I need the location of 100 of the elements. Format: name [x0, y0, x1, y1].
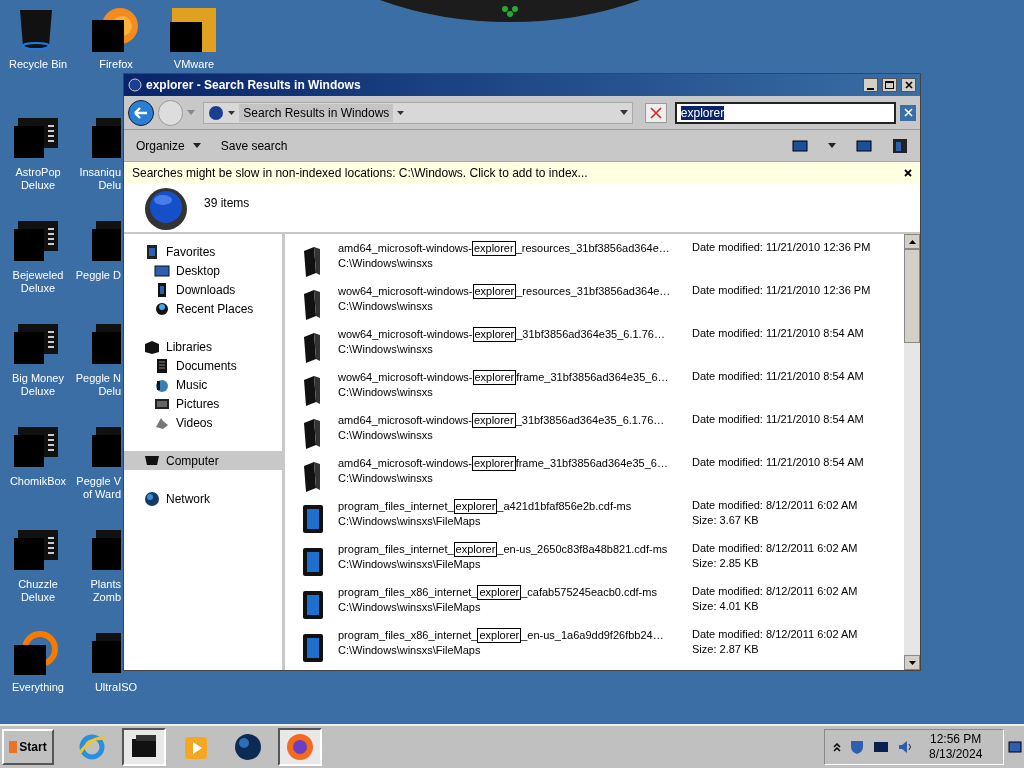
info-bar[interactable]: Searches might be slow in non-indexed locations: C:\Windows. Click to add to index...: [124, 162, 920, 184]
desktop-icon-label[interactable]: Chuzzle Deluxe: [0, 578, 76, 604]
clear-search-button[interactable]: [900, 104, 916, 121]
scrollbar[interactable]: [904, 234, 920, 670]
date-modified: Date modified: 11/21/2010 12:36 PM: [692, 240, 871, 255]
minimize-button[interactable]: [863, 78, 878, 92]
up-arrow-icon: [908, 239, 916, 244]
nav-item[interactable]: Recent Places: [124, 299, 282, 318]
desktop-icon-label[interactable]: Insaniqu Delu: [79, 166, 121, 192]
file-path: C:\Windows\winsxs\FileMaps: [338, 600, 481, 615]
maximize-button[interactable]: [882, 78, 897, 92]
scroll-thumb[interactable]: [904, 249, 920, 343]
back-button[interactable]: [128, 99, 154, 126]
desktop-icon-label[interactable]: Everything: [12, 681, 64, 694]
search-orb-icon: [144, 187, 188, 231]
nav-item[interactable]: Favorites: [124, 242, 282, 261]
address-text: Search Results in Windows: [239, 103, 394, 122]
search-field[interactable]: explorer: [674, 101, 897, 124]
stop-button[interactable]: [645, 102, 667, 123]
date-modified: Date modified: 8/12/2011 6:02 AM: [692, 498, 858, 513]
file-name[interactable]: amd64_microsoft-windows- explorer _31bf3856ad364e35_6.1.76…: [338, 412, 665, 428]
show-desktop-icon[interactable]: [1008, 740, 1022, 754]
nav-item[interactable]: Downloads: [124, 280, 282, 299]
desktop-app-icon[interactable]: [170, 6, 218, 54]
desktop-icon-label[interactable]: UltraISO: [94, 681, 138, 694]
file-name[interactable]: program_files_x86_internet_ explorer _en-us_1a6a9dd9f26fbb24…: [338, 627, 664, 643]
shield-icon[interactable]: [849, 739, 865, 755]
caret-icon[interactable]: [828, 143, 836, 148]
desktop-icon-label[interactable]: Bejeweled Deluxe: [12, 269, 64, 295]
nav-item[interactable]: Network: [124, 489, 282, 508]
file-path: C:\Windows\winsxs: [338, 256, 433, 271]
desktop-icon-label[interactable]: Plants Zomb: [90, 578, 121, 604]
nav-item[interactable]: Desktop: [124, 261, 282, 280]
file-name[interactable]: wow64_microsoft-windows- explorer frame_31bf3856ad364e35_6…: [338, 369, 669, 385]
desktop-icon-label[interactable]: Recycle Bin: [8, 58, 68, 71]
file-path: C:\Windows\winsxs: [338, 299, 433, 314]
desktop-icon-label[interactable]: Big Money Deluxe: [12, 372, 64, 398]
taskbar-button[interactable]: [278, 728, 322, 766]
clock-date[interactable]: 8/13/2024: [929, 747, 983, 762]
organize-button[interactable]: Organize: [136, 136, 201, 155]
file-icon: [300, 589, 326, 621]
close-icon: [904, 81, 913, 89]
date-modified: Date modified: 11/21/2010 8:54 AM: [692, 412, 864, 427]
globe-icon: [128, 78, 142, 92]
help-icon[interactable]: [892, 137, 908, 154]
file-path: C:\Windows\winsxs\FileMaps: [338, 643, 481, 658]
nav-item[interactable]: Music: [124, 375, 282, 394]
back-arrow-icon: [133, 106, 148, 119]
caret-icon: [192, 143, 201, 148]
library-icon: [144, 338, 160, 355]
file-size: Size: 4.01 KB: [692, 599, 760, 614]
file-name[interactable]: program_files_internet_ explorer _en-us_2650c83f8a48b821.cdf-ms: [338, 541, 668, 557]
date-modified: Date modified: 8/12/2011 6:02 AM: [692, 627, 858, 642]
file-name[interactable]: amd64_microsoft-windows- explorer frame_31bf3856ad364e35_6…: [338, 455, 668, 471]
desktop-app-icon[interactable]: [92, 6, 140, 54]
preview-pane-icon[interactable]: [856, 138, 872, 153]
file-name[interactable]: program_files_x86_internet_ explorer _cafab575245eacb0.cdf-ms: [338, 584, 657, 600]
taskbar-button[interactable]: [122, 728, 166, 766]
nav-item[interactable]: Computer: [124, 451, 282, 470]
save-search-button[interactable]: Save search: [220, 136, 288, 155]
file-size: Size: 2.87 KB: [692, 642, 760, 657]
desktop-icon-label[interactable]: AstroPop Deluxe: [15, 166, 61, 192]
firefox-icon: [284, 731, 316, 763]
file-name[interactable]: amd64_microsoft-windows- explorer _resources_31bf3856ad364e…: [338, 240, 670, 256]
nav-item[interactable]: Documents: [124, 356, 282, 375]
desktop-icon-label[interactable]: Peggle D: [75, 269, 121, 282]
file-name[interactable]: wow64_microsoft-windows- explorer _31bf3856ad364e35_6.1.76…: [338, 326, 665, 342]
nav-item[interactable]: Videos: [124, 413, 282, 432]
date-modified: Date modified: 8/12/2011 6:02 AM: [692, 584, 858, 599]
file-path: C:\Windows\winsxs: [338, 428, 433, 443]
nav-item[interactable]: Libraries: [124, 337, 282, 356]
desktop-icon-label[interactable]: Peggle N Delu: [75, 372, 121, 398]
speaker-icon[interactable]: [897, 739, 913, 755]
maximize-icon: [885, 81, 894, 89]
search-text: explorer: [680, 105, 725, 120]
dropdown-icon: [620, 110, 629, 115]
desktop-icon-label[interactable]: Firefox: [99, 58, 133, 71]
date-modified: Date modified: 11/21/2010 8:54 AM: [692, 326, 864, 341]
caret-icon: [228, 110, 236, 115]
close-icon: [649, 106, 662, 119]
monitor-icon[interactable]: [873, 740, 889, 754]
file-name[interactable]: program_files_internet_ explorer _a421d1bfaf856e2b.cdf-ms: [338, 498, 632, 514]
start-button[interactable]: Start: [2, 729, 54, 765]
recent-icon: [154, 300, 170, 317]
address-bar[interactable]: Search Results in Windows: [203, 101, 634, 124]
desktop-icon-label[interactable]: ChomikBox: [9, 475, 67, 488]
file-icon: [300, 632, 326, 664]
file-name[interactable]: wow64_microsoft-windows- explorer _resources_31bf3856ad364e…: [338, 283, 671, 299]
desktop-icon-label[interactable]: Peggle V of Ward: [76, 475, 121, 501]
scroll-down-button[interactable]: [904, 655, 920, 670]
chevron-up-icon[interactable]: [833, 742, 841, 752]
view-icon[interactable]: [792, 138, 808, 153]
clock-time[interactable]: 12:56 PM: [930, 732, 982, 747]
scroll-up-button[interactable]: [904, 234, 920, 249]
close-button[interactable]: [901, 78, 916, 92]
globe-icon: [208, 104, 225, 121]
desktop-icon-label[interactable]: VMware: [173, 58, 215, 71]
nav-item[interactable]: Pictures: [124, 394, 282, 413]
globe-icon: [232, 731, 264, 763]
caret-icon: [187, 110, 196, 115]
